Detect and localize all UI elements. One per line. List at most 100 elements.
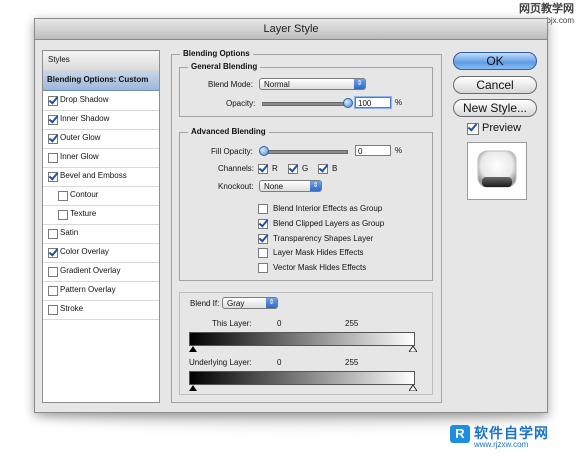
- sidebar-item-label: Bevel and Emboss: [60, 171, 127, 180]
- preview-checkbox[interactable]: [467, 123, 479, 135]
- chevron-updown-icon: ⇕: [354, 79, 365, 89]
- fill-opacity-label: Fill Opacity:: [211, 147, 253, 156]
- this-layer-label: This Layer:: [212, 319, 252, 328]
- sidebar-item-label: Inner Shadow: [60, 114, 110, 123]
- sidebar-item-pattern-overlay[interactable]: Pattern Overlay: [43, 281, 159, 301]
- transparency-shapes-label: Transparency Shapes Layer: [273, 234, 374, 243]
- preview-swatch-icon: [477, 150, 517, 188]
- sidebar-item-gradient-overlay[interactable]: Gradient Overlay: [43, 262, 159, 282]
- checkbox[interactable]: [48, 134, 58, 144]
- sidebar-item-inner-shadow[interactable]: Inner Shadow: [43, 110, 159, 130]
- blend-if-value: Gray: [227, 299, 245, 308]
- underlying-layer-high: 255: [345, 358, 359, 367]
- channels-label: Channels:: [218, 164, 255, 173]
- blend-clipped-label: Blend Clipped Layers as Group: [273, 219, 385, 228]
- opacity-input[interactable]: 100: [355, 97, 391, 108]
- sidebar-item-texture[interactable]: Texture: [43, 205, 159, 225]
- layer-mask-checkbox[interactable]: [258, 248, 268, 258]
- channel-r-checkbox[interactable]: [258, 164, 268, 174]
- general-blending-title: General Blending: [188, 62, 261, 71]
- advanced-blending-group: Advanced Blending Fill Opacity: 0 % Chan…: [179, 127, 433, 281]
- layer-style-dialog: Layer Style Styles Blending Options: Cus…: [34, 18, 548, 413]
- watermark-bottom-url: www.rjzxw.com: [474, 440, 529, 449]
- fill-opacity-slider[interactable]: [262, 150, 348, 154]
- vector-mask-checkbox[interactable]: [258, 263, 268, 273]
- this-layer-white-handle[interactable]: [409, 346, 417, 352]
- styles-header[interactable]: Styles: [43, 51, 159, 71]
- watermark-logo: R: [450, 425, 470, 443]
- chevron-updown-icon: ⇕: [310, 181, 321, 191]
- advanced-blending-title: Advanced Blending: [188, 127, 269, 136]
- blending-options-title: Blending Options: [180, 49, 253, 58]
- sidebar-item-label: Gradient Overlay: [60, 266, 121, 275]
- checkbox[interactable]: [48, 305, 58, 315]
- checkbox[interactable]: [48, 229, 58, 239]
- checkbox[interactable]: [58, 210, 68, 220]
- underlying-layer-black-handle[interactable]: [189, 385, 197, 391]
- preview-label: Preview: [482, 122, 522, 134]
- sidebar-item-label: Texture: [70, 209, 97, 218]
- preview-thumbnail: [467, 142, 527, 200]
- underlying-layer-label: Underlying Layer:: [189, 358, 252, 367]
- knockout-select[interactable]: None ⇕: [259, 180, 322, 192]
- blend-mode-value: Normal: [264, 80, 290, 89]
- underlying-layer-white-handle[interactable]: [409, 385, 417, 391]
- ok-button[interactable]: OK: [453, 52, 537, 70]
- sidebar-item-contour[interactable]: Contour: [43, 186, 159, 206]
- blend-clipped-checkbox[interactable]: [258, 219, 268, 229]
- blend-interior-label: Blend Interior Effects as Group: [273, 204, 383, 213]
- checkbox[interactable]: [48, 96, 58, 106]
- channel-g-checkbox[interactable]: [288, 164, 298, 174]
- new-style-button[interactable]: New Style...: [453, 99, 537, 117]
- sidebar-item-blending-options[interactable]: Blending Options: Custom: [43, 71, 159, 91]
- checkbox[interactable]: [48, 172, 58, 182]
- checkbox[interactable]: [58, 191, 68, 201]
- fill-opacity-input[interactable]: 0: [355, 145, 391, 156]
- checkbox[interactable]: [48, 286, 58, 296]
- channel-r-label: R: [272, 164, 278, 173]
- sidebar-item-label: Color Overlay: [60, 247, 109, 256]
- sidebar-item-label: Satin: [60, 228, 79, 237]
- sidebar-item-drop-shadow[interactable]: Drop Shadow: [43, 91, 159, 111]
- general-blending-group: General Blending Blend Mode: Normal ⇕ Op…: [179, 62, 433, 117]
- vector-mask-label: Vector Mask Hides Effects: [273, 263, 367, 272]
- sidebar-item-satin[interactable]: Satin: [43, 224, 159, 244]
- sidebar-item-color-overlay[interactable]: Color Overlay: [43, 243, 159, 263]
- checkbox[interactable]: [48, 153, 58, 163]
- sidebar-item-label: Contour: [70, 190, 99, 199]
- knockout-label: Knockout:: [218, 182, 254, 191]
- blend-if-group: Blend If: Gray ⇕ This Layer: 0 255 Under…: [179, 292, 433, 395]
- checkbox[interactable]: [48, 248, 58, 258]
- checkbox[interactable]: [48, 267, 58, 277]
- this-layer-low: 0: [277, 319, 282, 328]
- sidebar-item-inner-glow[interactable]: Inner Glow: [43, 148, 159, 168]
- blend-mode-select[interactable]: Normal ⇕: [259, 78, 366, 90]
- blend-if-label: Blend If:: [190, 299, 220, 308]
- blend-interior-checkbox[interactable]: [258, 204, 268, 214]
- sidebar-item-label: Blending Options: Custom: [47, 75, 149, 84]
- transparency-shapes-checkbox[interactable]: [258, 234, 268, 244]
- channel-g-label: G: [302, 164, 309, 173]
- chevron-updown-icon: ⇕: [266, 298, 277, 308]
- this-layer-black-handle[interactable]: [189, 346, 197, 352]
- channel-b-checkbox[interactable]: [318, 164, 328, 174]
- opacity-slider[interactable]: [262, 102, 348, 106]
- blending-options-group: Blending Options General Blending Blend …: [171, 49, 442, 403]
- cancel-button[interactable]: Cancel: [453, 76, 537, 94]
- opacity-label: Opacity:: [226, 99, 256, 108]
- checkbox[interactable]: [48, 115, 58, 125]
- opacity-slider-knob[interactable]: [343, 98, 353, 108]
- sidebar-item-label: Drop Shadow: [60, 95, 109, 104]
- watermark-bottom: R 软件自学网 www.rjzxw.com: [450, 423, 576, 453]
- sidebar-item-outer-glow[interactable]: Outer Glow: [43, 129, 159, 149]
- styles-list: Styles Blending Options: Custom Drop Sha…: [42, 50, 160, 403]
- fill-opacity-slider-knob[interactable]: [259, 146, 269, 156]
- blend-if-select[interactable]: Gray ⇕: [222, 297, 278, 309]
- channel-b-label: B: [332, 164, 338, 173]
- sidebar-item-stroke[interactable]: Stroke: [43, 300, 159, 320]
- watermark-top-text: 网页教学网: [519, 3, 574, 15]
- sidebar-item-bevel-emboss[interactable]: Bevel and Emboss: [43, 167, 159, 187]
- this-layer-high: 255: [345, 319, 359, 328]
- underlying-layer-gradient[interactable]: [189, 371, 415, 385]
- this-layer-gradient[interactable]: [189, 332, 415, 346]
